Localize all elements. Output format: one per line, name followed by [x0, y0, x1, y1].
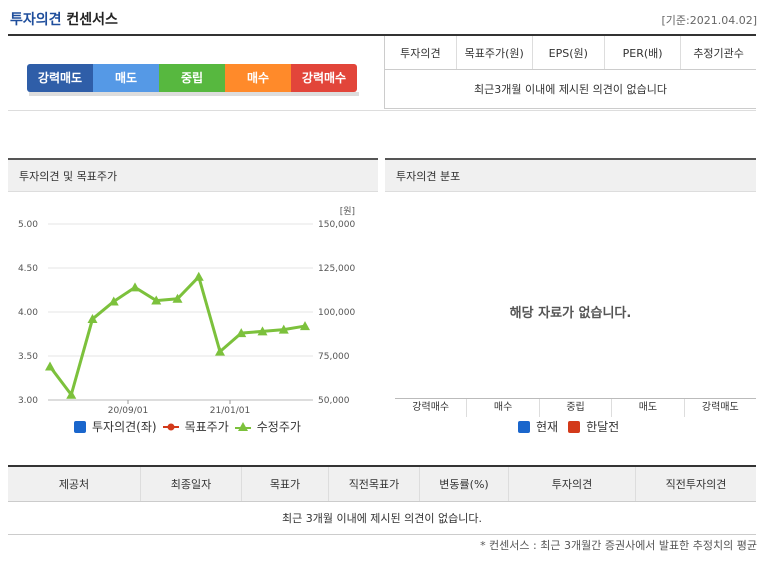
col-change-rate: 변동률(%): [419, 465, 509, 502]
distribution-category-label: 강력매수: [412, 402, 450, 413]
legend-adjusted-price: 수정주가: [256, 420, 301, 434]
history-empty-message: 최근 3개월 이내에 제시된 의견이 없습니다.: [8, 501, 756, 535]
y-left-tick-label: 3.50: [18, 352, 38, 362]
y-right-tick-label: 125,000: [318, 264, 355, 274]
legend-current: 현재: [536, 420, 559, 434]
col-prev-target: 직전목표가: [328, 465, 420, 502]
dot-line-icon: [162, 423, 179, 430]
y-left-tick-label: 3.00: [18, 396, 38, 406]
opinion-distribution-title: 투자의견 분포: [385, 158, 756, 192]
opinion-scale-item: 중립: [159, 64, 225, 92]
opinion-scale-item: 매도: [93, 64, 159, 92]
consensus-empty-message: 최근3개월 이내에 제시된 의견이 없습니다: [384, 69, 756, 109]
distribution-legend: 현재 한달전: [518, 418, 619, 435]
opinion-scale-item: 강력매수: [291, 64, 357, 92]
distribution-category-label: 매수: [466, 399, 538, 417]
page-title: 투자의견 컨센서스: [10, 9, 118, 29]
footnote: * 컨센서스 : 최근 3개월간 증권사에서 발표한 추정치의 평균: [480, 539, 757, 552]
square-icon: [518, 420, 530, 433]
y-left-tick-label: 4.00: [18, 308, 38, 318]
x-tick-label: 20/09/01: [108, 406, 148, 416]
title-consensus: 컨센서스: [66, 12, 118, 28]
consensus-table: 투자의견 목표주가(원) EPS(원) PER(배) 추정기관수 최근3개월 이…: [384, 36, 756, 109]
col-per: PER(배): [603, 36, 681, 70]
distribution-category-label: 중립: [538, 399, 611, 417]
col-opinion: 투자의견: [508, 465, 636, 502]
y-right-unit-label: [원]: [340, 206, 355, 217]
opinion-distribution-panel: 투자의견 분포: [385, 158, 756, 192]
base-date: [기준:2021.04.02]: [661, 14, 757, 27]
section-divider: [8, 110, 756, 111]
y-right-tick-label: 75,000: [318, 352, 350, 362]
opinion-price-panel: 투자의견 및 목표주가: [8, 158, 378, 192]
triangle-icon: [234, 421, 251, 431]
adjusted-price-point: [45, 361, 55, 371]
col-institutions: 추정기관수: [680, 36, 756, 70]
opinion-price-panel-title: 투자의견 및 목표주가: [8, 158, 378, 192]
distribution-empty-message: 해당 자료가 없습니다.: [509, 306, 632, 321]
scale-shadow: [29, 92, 359, 96]
y-right-tick-label: 100,000: [318, 308, 355, 318]
x-tick-label: 21/01/01: [210, 406, 250, 416]
y-left-tick-label: 4.50: [18, 264, 38, 274]
opinion-price-chart: 5.00 150,000 4.50 125,000 4.00 100,000 3.50 75,…: [18, 206, 356, 416]
opinion-scale: 강력매도 매도 중립 매수 강력매수: [27, 64, 357, 92]
col-provider: 제공처: [8, 465, 141, 502]
col-eps: EPS(원): [531, 36, 605, 70]
y-left-tick-label: 5.00: [18, 220, 38, 230]
col-target-price: 목표주가(원): [455, 36, 533, 70]
legend-month-ago: 한달전: [586, 420, 620, 434]
opinion-scale-item: 강력매도: [27, 64, 93, 92]
title-opinion: 투자의견: [10, 12, 62, 28]
y-right-tick-label: 150,000: [318, 220, 355, 230]
opinion-scale-item: 매수: [225, 64, 291, 92]
y-right-tick-label: 50,000: [318, 396, 350, 406]
distribution-category-label: 강력매도: [683, 399, 756, 417]
legend-target-price: 목표주가: [184, 420, 229, 434]
history-table: 제공처 최종일자 목표가 직전목표가 변동률(%) 투자의견 직전투자의견 최근…: [8, 465, 756, 535]
legend-opinion: 투자의견(좌): [92, 420, 157, 434]
col-opinion: 투자의견: [384, 36, 457, 70]
col-last-date: 최종일자: [140, 465, 242, 502]
adjusted-price-point: [130, 282, 140, 292]
chart-legend: 투자의견(좌) 목표주가 수정주가: [74, 418, 301, 435]
distribution-category-label: 매도: [611, 399, 683, 417]
square-icon: [568, 420, 581, 433]
square-icon: [74, 420, 86, 433]
col-prev-opinion: 직전투자의견: [635, 465, 756, 502]
adjusted-price-point: [193, 271, 204, 281]
distribution-categories: 강력매수 매수 중립 매도 강력매도: [395, 399, 756, 417]
col-target: 목표가: [241, 465, 329, 502]
